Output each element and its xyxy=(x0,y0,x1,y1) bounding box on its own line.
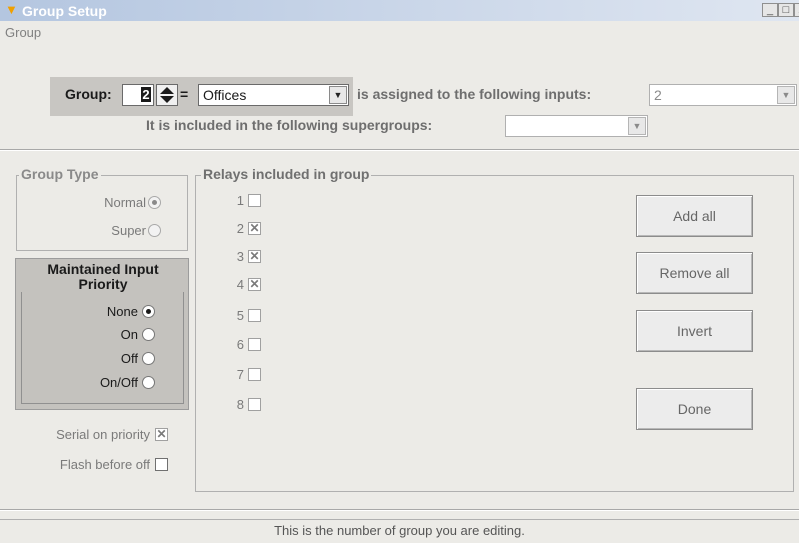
on-off-radio[interactable] xyxy=(142,376,155,389)
flash-before-off-label: Flash before off xyxy=(59,457,150,472)
title-bar[interactable] xyxy=(0,0,799,21)
on-off-radio-label: On/Off xyxy=(99,375,138,390)
super-radio[interactable] xyxy=(148,224,161,237)
group-number-spinner[interactable] xyxy=(156,84,178,106)
app-icon: ▼ xyxy=(5,2,18,17)
relay-4-label: 4 xyxy=(236,277,244,292)
dropdown-arrow-icon[interactable]: ▼ xyxy=(628,117,646,135)
close-button[interactable]: X xyxy=(794,3,799,17)
footer-divider xyxy=(0,509,799,511)
menu-bar xyxy=(0,21,799,43)
inputs-label: is assigned to the following inputs: xyxy=(357,86,592,102)
done-button[interactable]: Done xyxy=(636,388,753,430)
relay-3-label: 3 xyxy=(236,249,244,264)
remove-all-button[interactable]: Remove all xyxy=(636,252,753,294)
relay-2-label: 2 xyxy=(236,221,244,236)
relay-1-checkbox[interactable] xyxy=(248,194,261,207)
group-name-combo[interactable]: Offices ▼ xyxy=(198,84,349,106)
maximize-button[interactable]: □ xyxy=(778,3,794,17)
relay-1-label: 1 xyxy=(236,193,244,208)
group-type-title: Group Type xyxy=(19,166,101,182)
relay-5-checkbox[interactable] xyxy=(248,309,261,322)
window-title: Group Setup xyxy=(22,3,107,19)
inputs-combo[interactable]: 2 ▼ xyxy=(649,84,797,106)
serial-priority-checkbox[interactable]: ✕ xyxy=(155,428,168,441)
relay-4-checkbox[interactable]: ✕ xyxy=(248,278,261,291)
serial-priority-label: Serial on priority xyxy=(56,427,150,442)
relay-8-label: 8 xyxy=(236,397,244,412)
spinner-arrows-icon xyxy=(160,87,174,103)
relay-8-checkbox[interactable] xyxy=(248,398,261,411)
relay-5-label: 5 xyxy=(236,308,244,323)
header-divider xyxy=(0,149,799,151)
maintained-input-title-line1: Maintained Input xyxy=(47,261,159,277)
relay-7-checkbox[interactable] xyxy=(248,368,261,381)
none-radio[interactable] xyxy=(142,305,155,318)
inputs-value: 2 xyxy=(654,87,662,103)
minimize-button[interactable]: _ xyxy=(762,3,778,17)
none-radio-label: None xyxy=(106,304,138,319)
relay-6-label: 6 xyxy=(236,337,244,352)
invert-button[interactable]: Invert xyxy=(636,310,753,352)
maintained-input-title-line2: Priority xyxy=(78,276,128,292)
on-radio[interactable] xyxy=(142,328,155,341)
normal-radio-label: Normal xyxy=(104,195,146,210)
on-radio-label: On xyxy=(120,327,138,342)
flash-before-off-checkbox[interactable] xyxy=(155,458,168,471)
off-radio-label: Off xyxy=(120,351,138,366)
super-radio-label: Super xyxy=(111,223,146,238)
supergroups-combo[interactable]: ▼ xyxy=(505,115,648,137)
add-all-button[interactable]: Add all xyxy=(636,195,753,237)
relays-title: Relays included in group xyxy=(201,166,372,182)
group-number-value: 2 xyxy=(141,87,151,102)
dropdown-arrow-icon[interactable]: ▼ xyxy=(329,86,347,104)
status-text: This is the number of group you are edit… xyxy=(274,523,525,538)
relay-2-checkbox[interactable]: ✕ xyxy=(248,222,261,235)
menu-group[interactable]: Group xyxy=(5,25,41,40)
group-name-value: Offices xyxy=(203,87,247,103)
dropdown-arrow-icon[interactable]: ▼ xyxy=(777,86,795,104)
supergroups-label: It is included in the following supergro… xyxy=(146,117,433,133)
relay-3-checkbox[interactable]: ✕ xyxy=(248,250,261,263)
relay-7-label: 7 xyxy=(236,367,244,382)
group-label: Group: xyxy=(65,86,112,102)
group-type-box xyxy=(16,175,188,251)
normal-radio[interactable] xyxy=(148,196,161,209)
equals-sign: = xyxy=(180,86,189,102)
off-radio[interactable] xyxy=(142,352,155,365)
group-number-field[interactable]: 2 xyxy=(122,84,154,106)
maintained-input-title: Maintained Input Priority xyxy=(19,262,187,292)
relay-6-checkbox[interactable] xyxy=(248,338,261,351)
